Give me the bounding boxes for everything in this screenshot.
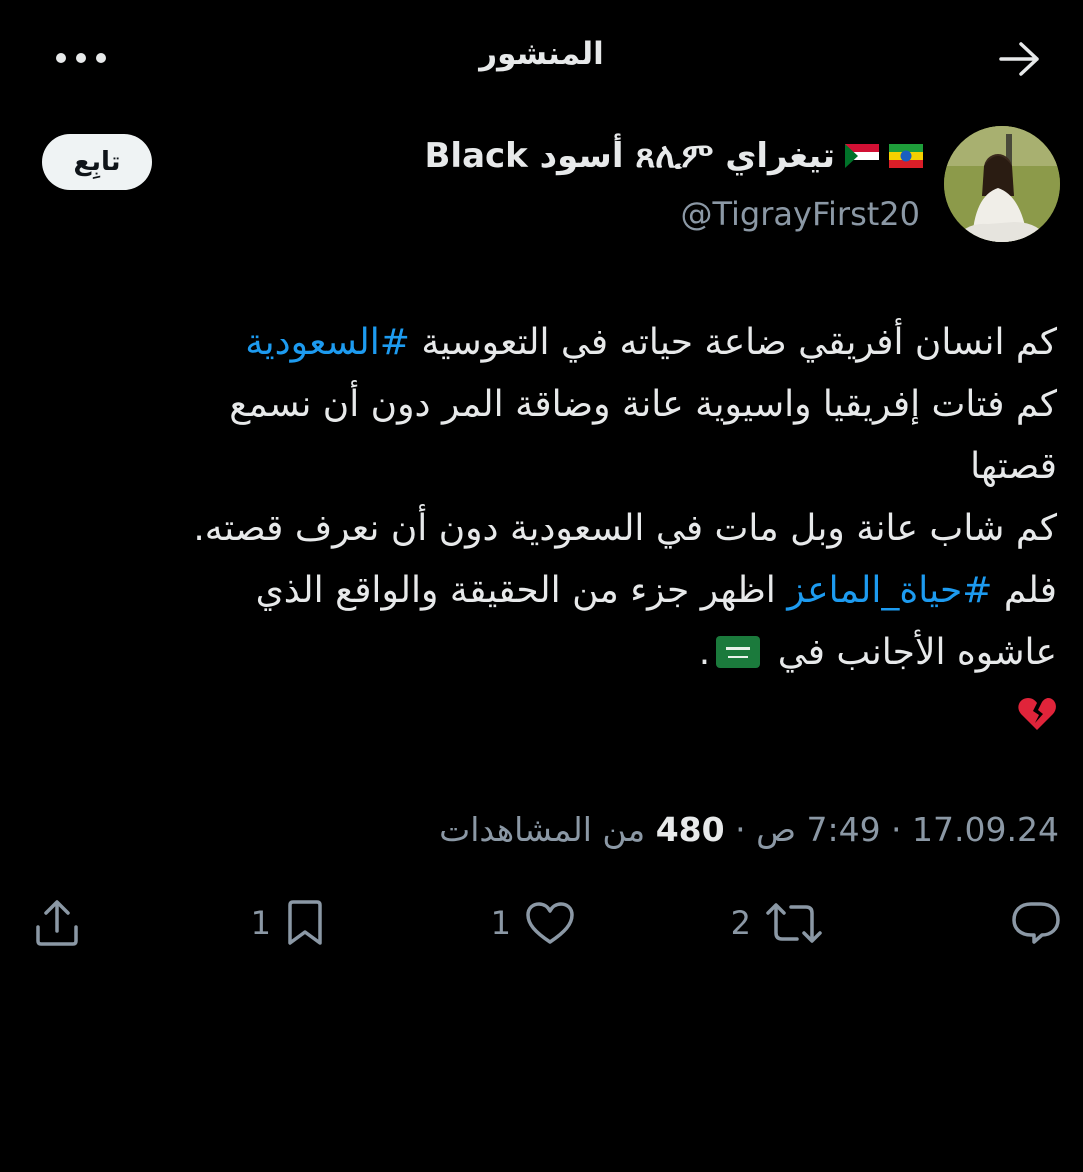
reply-icon xyxy=(1012,902,1060,944)
tweet-line: كم شاب عانة وبل مات في السعودية دون أن ن… xyxy=(193,508,1057,549)
bookmark-count: 1 xyxy=(250,904,271,942)
tweet-meta: 17.09.24 · 7:49 ص · 480 من المشاهدات xyxy=(439,810,1059,849)
tweet-line: عاشوه الأجانب في . xyxy=(57,622,1057,684)
hashtag-link[interactable]: #حياة_الماعز xyxy=(787,570,992,611)
user-handle[interactable]: @TigrayFirst20 xyxy=(680,195,920,233)
bookmark-button[interactable]: 1 xyxy=(251,885,325,961)
like-button[interactable]: 1 xyxy=(491,885,575,961)
sudan-flag-icon xyxy=(845,144,879,168)
like-count: 1 xyxy=(490,904,511,942)
reply-button[interactable] xyxy=(1011,885,1061,961)
retweet-count: 2 xyxy=(730,904,751,942)
follow-button[interactable]: تابِع xyxy=(42,134,152,190)
page-title: المنشور xyxy=(479,36,604,72)
more-horizontal-icon xyxy=(56,53,106,63)
more-button[interactable] xyxy=(50,38,112,78)
hashtag-link[interactable]: #السعودية xyxy=(245,322,410,363)
tweet-line-text: عاشوه الأجانب في xyxy=(777,632,1057,673)
share-icon xyxy=(36,900,78,946)
tweet-line-text: اظهر جزء من الحقيقة والواقع الذي xyxy=(255,570,788,611)
broken-heart-icon xyxy=(1018,698,1056,730)
tweet-line-text: فلم xyxy=(992,570,1057,611)
tweet-date[interactable]: 17.09.24 xyxy=(912,810,1059,849)
profile-photo-icon xyxy=(944,126,1060,242)
tweet-line: قصتها xyxy=(970,446,1057,487)
tweet-line: كم انسان أفريقي ضاعة حياته في التعوسية #… xyxy=(57,312,1057,374)
avatar[interactable] xyxy=(944,126,1060,242)
tweet-text: كم انسان أفريقي ضاعة حياته في التعوسية #… xyxy=(57,312,1057,746)
tweet-line: كم فتات إفريقيا واسيوية عانة وضاقة المر … xyxy=(229,384,1057,425)
saudi-flag-icon xyxy=(716,636,761,668)
retweet-icon xyxy=(766,903,822,943)
ethiopia-flag-icon xyxy=(889,144,923,168)
action-bar: 2 1 1 xyxy=(0,885,1083,965)
top-bar: المنشور xyxy=(0,0,1083,116)
tweet-line xyxy=(57,684,1057,746)
retweet-button[interactable]: 2 xyxy=(731,885,823,961)
display-name-text: تيغراي ጸሊም أسود Black xyxy=(424,136,835,176)
meta-separator: · xyxy=(724,810,757,849)
views-count: 480 xyxy=(655,810,725,849)
share-button[interactable] xyxy=(34,885,80,961)
views-label: من المشاهدات xyxy=(439,810,656,849)
bookmark-icon xyxy=(288,900,322,945)
tweet-line-text: كم انسان أفريقي ضاعة حياته في التعوسية xyxy=(409,322,1057,363)
tweet-line-end: . xyxy=(698,632,711,673)
display-name[interactable]: تيغراي ጸሊም أسود Black xyxy=(425,136,923,176)
tweet-line: فلم #حياة_الماعز اظهر جزء من الحقيقة وال… xyxy=(57,560,1057,622)
heart-icon xyxy=(526,902,574,944)
tweet-time[interactable]: 7:49 ص xyxy=(756,810,881,849)
meta-separator: · xyxy=(880,810,913,849)
